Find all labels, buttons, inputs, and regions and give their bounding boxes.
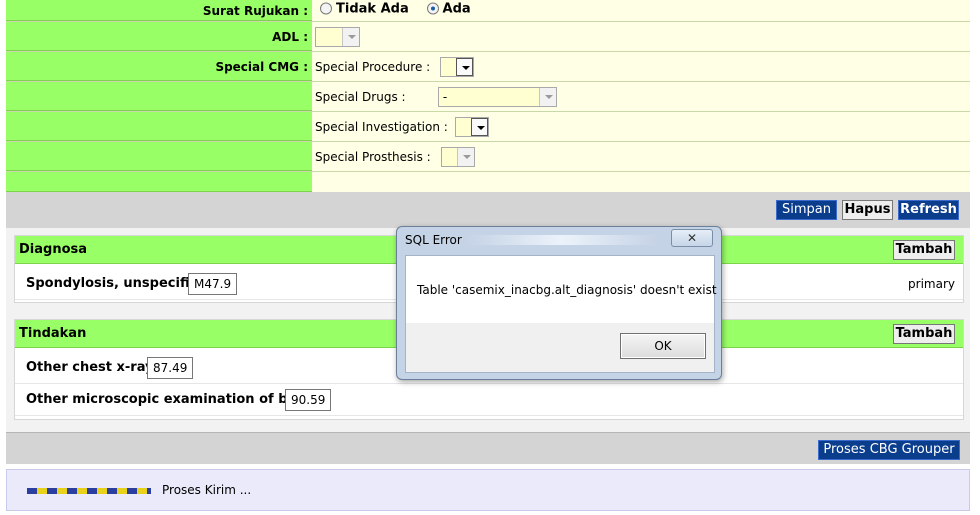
- special-prosthesis-value: Special Prosthesis :: [315, 142, 970, 171]
- claim-form: Surat Rujukan : Tidak Ada Ada ADL : Spec…: [6, 0, 970, 192]
- tindakan-name: Other microscopic examination of blood: [26, 392, 320, 407]
- dialog-title: SQL Error: [405, 233, 462, 247]
- tindakan-title: Tindakan: [19, 326, 87, 341]
- tindakan-tambah-button[interactable]: Tambah: [893, 324, 955, 344]
- list-item: Other microscopic examination of blood 9…: [15, 384, 963, 416]
- row-special-procedure: Special CMG : Special Procedure :: [6, 52, 970, 82]
- row-special-prosthesis: Special Prosthesis :: [6, 142, 970, 172]
- row-empty: [6, 172, 970, 192]
- empty-label-cell: [6, 172, 312, 192]
- close-icon[interactable]: ✕: [671, 229, 713, 247]
- row-adl: ADL :: [6, 22, 970, 52]
- hapus-button[interactable]: Hapus: [842, 200, 893, 220]
- radio-tidak-ada-label: Tidak Ada: [336, 1, 409, 17]
- radio-ada[interactable]: [426, 2, 439, 15]
- sql-error-dialog: SQL Error ✕ Table 'casemix_inacbg.alt_di…: [396, 226, 722, 380]
- special-investigation-label: Special Investigation :: [315, 119, 448, 134]
- chevron-down-icon: [470, 117, 488, 136]
- special-prosthesis-wrap: Special Prosthesis :: [315, 146, 475, 167]
- grouper-toolbar: Proses CBG Grouper: [6, 432, 970, 464]
- surat-rujukan-radios: Tidak Ada Ada: [320, 2, 485, 17]
- special-prosthesis-select[interactable]: [440, 146, 475, 167]
- special-procedure-value: Special Procedure :: [315, 52, 970, 81]
- chevron-down-icon: [456, 57, 474, 76]
- refresh-button[interactable]: Refresh: [898, 200, 959, 220]
- chevron-down-icon: [456, 147, 474, 166]
- row-special-drugs: Special Drugs : -: [6, 82, 970, 112]
- special-prosthesis-label: Special Prosthesis :: [315, 149, 431, 164]
- tindakan-code: 87.49: [147, 357, 194, 379]
- dialog-body: Table 'casemix_inacbg.alt_diagnosis' doe…: [405, 255, 717, 323]
- simpan-button[interactable]: Simpan: [776, 200, 837, 220]
- surat-rujukan-options: Tidak Ada Ada: [315, 0, 970, 21]
- special-procedure-wrap: Special Procedure :: [315, 56, 475, 77]
- special-drugs-label-cell: [6, 82, 312, 111]
- special-procedure-label: Special Procedure :: [315, 59, 431, 74]
- special-drugs-label: Special Drugs :: [315, 89, 406, 104]
- tindakan-code: 90.59: [285, 389, 332, 411]
- status-bar: Proses Kirim ...: [6, 469, 970, 511]
- adl-select-wrap: [315, 26, 360, 47]
- special-prosthesis-label-cell: [6, 142, 312, 171]
- diagnosa-title: Diagnosa: [19, 242, 88, 257]
- adl-label: ADL :: [6, 22, 312, 51]
- adl-select[interactable]: [315, 26, 360, 47]
- chevron-down-icon: [538, 87, 556, 106]
- diagnosa-role: primary: [908, 277, 955, 291]
- special-investigation-select[interactable]: [454, 116, 489, 137]
- diagnosa-tambah-button[interactable]: Tambah: [893, 240, 955, 260]
- ok-button[interactable]: OK: [620, 333, 706, 359]
- special-investigation-wrap: Special Investigation :: [315, 116, 489, 137]
- diagnosa-code: M47.9: [188, 273, 238, 295]
- special-drugs-value: Special Drugs : -: [315, 82, 970, 111]
- radio-tidak-ada[interactable]: [320, 2, 332, 15]
- special-drugs-select-value: -: [442, 89, 448, 104]
- radio-ada-label: Ada: [442, 1, 471, 17]
- surat-rujukan-label: Surat Rujukan :: [6, 0, 312, 21]
- action-toolbar: Simpan Hapus Refresh: [6, 192, 970, 228]
- adl-value: [315, 22, 970, 51]
- special-drugs-wrap: Special Drugs : -: [315, 86, 557, 107]
- special-procedure-select[interactable]: [440, 56, 475, 77]
- special-investigation-value: Special Investigation :: [315, 112, 970, 141]
- proses-cbg-grouper-button[interactable]: Proses CBG Grouper: [818, 440, 960, 460]
- diagnosa-name: Spondylosis, unspecified: [26, 276, 208, 291]
- tindakan-name: Other chest x-ray: [26, 360, 154, 375]
- special-investigation-label-cell: [6, 112, 312, 141]
- special-drugs-select[interactable]: -: [437, 86, 557, 107]
- dialog-footer: OK: [405, 323, 715, 373]
- row-surat-rujukan: Surat Rujukan : Tidak Ada Ada: [6, 0, 970, 22]
- row-special-investigation: Special Investigation :: [6, 112, 970, 142]
- special-cmg-label: Special CMG :: [6, 52, 312, 81]
- progress-indicator: [27, 488, 151, 494]
- dialog-title-glow: [467, 235, 657, 245]
- dialog-message: Table 'casemix_inacbg.alt_diagnosis' doe…: [417, 283, 717, 297]
- chevron-down-icon: [342, 27, 359, 46]
- status-text: Proses Kirim ...: [162, 483, 252, 497]
